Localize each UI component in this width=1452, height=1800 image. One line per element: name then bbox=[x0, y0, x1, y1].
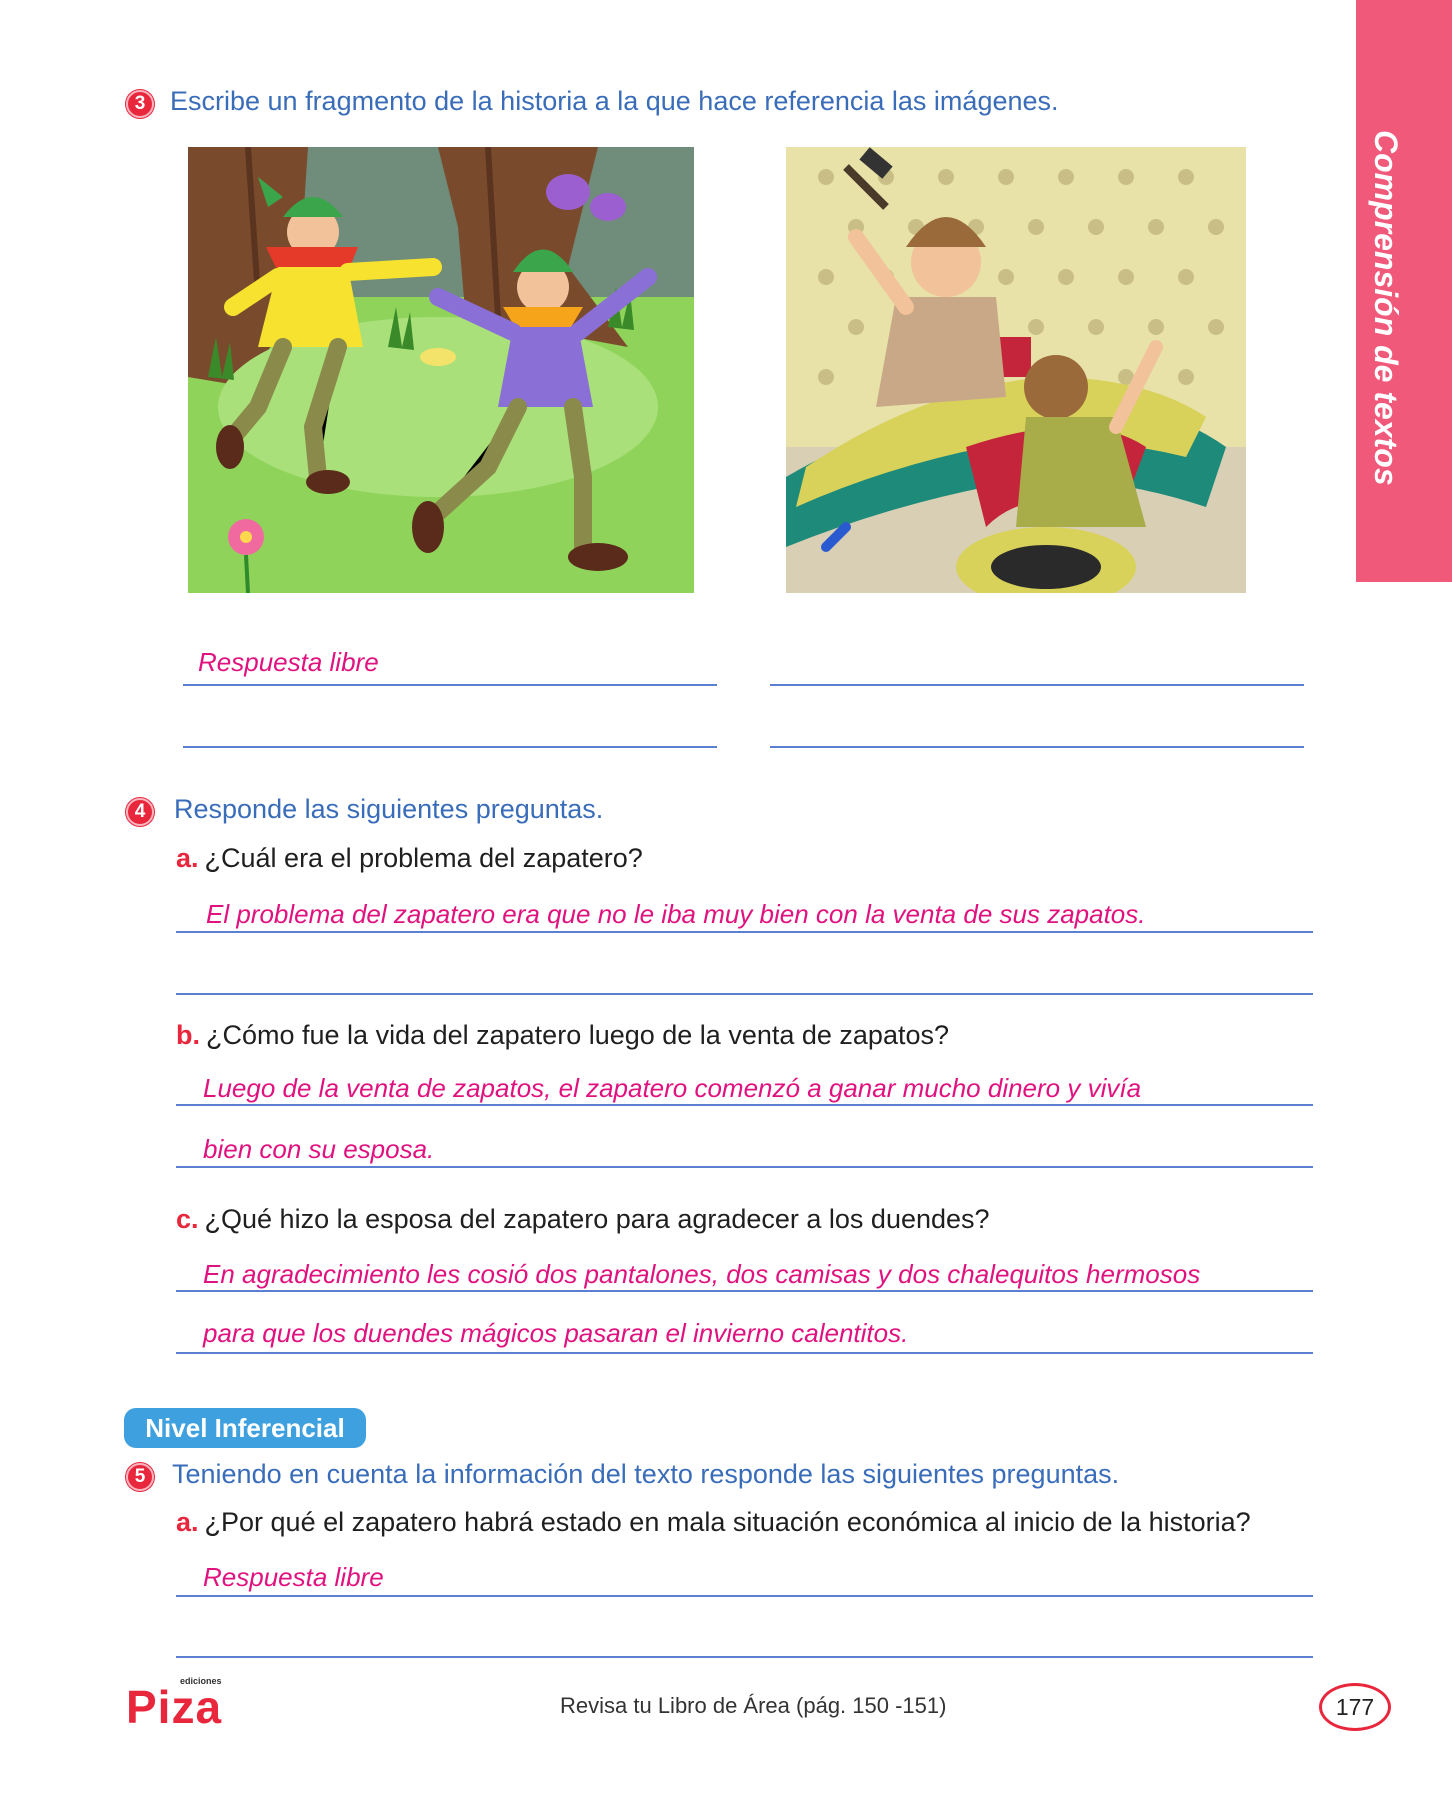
question-4a-text: ¿Cuál era el problema del zapatero? bbox=[204, 843, 643, 873]
question-number-5: 5 bbox=[126, 1463, 154, 1491]
side-tab-tip bbox=[1356, 560, 1452, 582]
question-4b: b. ¿Cómo fue la vida del zapatero luego d… bbox=[176, 1020, 949, 1051]
answer-line bbox=[183, 684, 717, 686]
footer-reference: Revisa tu Libro de Área (pág. 150 -151) bbox=[560, 1693, 947, 1718]
question-4b-text: ¿Cómo fue la vida del zapatero luego de … bbox=[206, 1020, 949, 1050]
question-4-prompt: Responde las siguientes preguntas. bbox=[174, 794, 604, 824]
question-3-prompt: Escribe un fragmento de la historia a la… bbox=[170, 86, 1059, 116]
item-letter: b. bbox=[176, 1020, 200, 1050]
answer-line bbox=[183, 746, 717, 748]
answer-line bbox=[176, 1352, 1313, 1354]
item-letter: c. bbox=[176, 1204, 199, 1234]
answer-line bbox=[176, 931, 1313, 933]
q4c-answer-line-2: para que los duendes mágicos pasaran el … bbox=[203, 1318, 909, 1348]
level-badge: Nivel Inferencial bbox=[124, 1408, 366, 1448]
dancing-elves-illustration bbox=[188, 147, 694, 593]
question-5-prompt: Teniendo en cuenta la información del te… bbox=[172, 1459, 1120, 1489]
answer-line bbox=[176, 1656, 1313, 1658]
q4a-answer-line-1: El problema del zapatero era que no le i… bbox=[206, 899, 1146, 929]
q4c-answer-line-1: En agradecimiento les cosió dos pantalon… bbox=[203, 1259, 1201, 1289]
question-4c-text: ¿Qué hizo la esposa del zapatero para ag… bbox=[204, 1204, 990, 1234]
question-4c: c. ¿Qué hizo la esposa del zapatero para … bbox=[176, 1204, 990, 1235]
page-number: 177 bbox=[1319, 1683, 1391, 1731]
answer-line bbox=[176, 993, 1313, 995]
question-5a: a. ¿Por qué el zapatero habrá estado en m… bbox=[176, 1507, 1251, 1538]
question-4a: a. ¿Cuál era el problema del zapatero? bbox=[176, 843, 643, 874]
answer-line bbox=[770, 746, 1304, 748]
q4b-answer-line-2: bien con su esposa. bbox=[203, 1134, 435, 1164]
answer-line bbox=[176, 1595, 1313, 1597]
question-5a-text: ¿Por qué el zapatero habrá estado en mal… bbox=[204, 1507, 1251, 1537]
q3-answer: Respuesta libre bbox=[198, 647, 379, 677]
item-letter: a. bbox=[176, 843, 199, 873]
question-number-4: 4 bbox=[126, 798, 154, 826]
answer-line bbox=[176, 1166, 1313, 1168]
q4b-answer-line-1: Luego de la venta de zapatos, el zapater… bbox=[203, 1073, 1142, 1103]
shoemaker-elves-illustration bbox=[786, 147, 1246, 593]
item-letter: a. bbox=[176, 1507, 199, 1537]
publisher-logo-text: Piza bbox=[126, 1681, 223, 1733]
answer-line bbox=[176, 1290, 1313, 1292]
answer-line bbox=[176, 1104, 1313, 1106]
side-tab-label: Comprensión de textos bbox=[1368, 130, 1404, 486]
answer-line bbox=[770, 684, 1304, 686]
q5a-answer-line-1: Respuesta libre bbox=[203, 1562, 384, 1592]
question-number-3: 3 bbox=[126, 90, 154, 118]
publisher-logo: Piza bbox=[126, 1680, 222, 1734]
